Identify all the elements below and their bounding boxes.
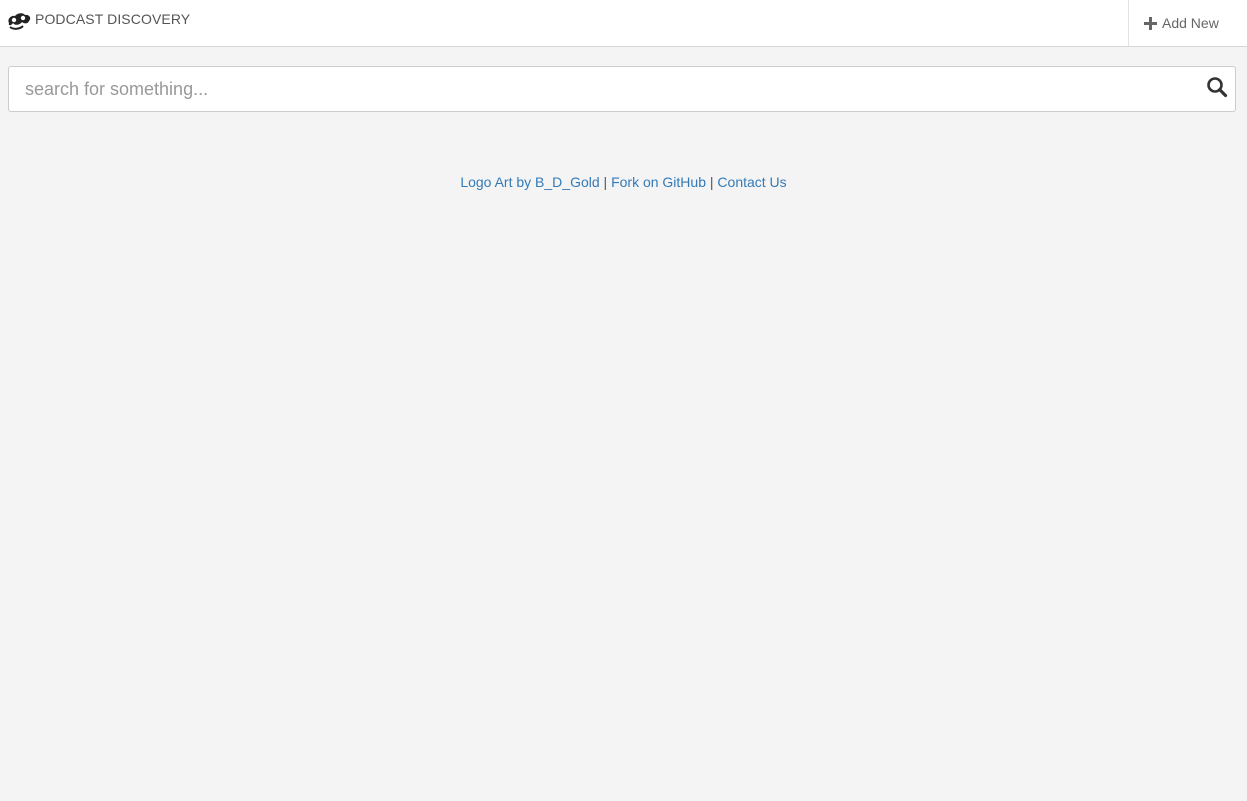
fork-github-link[interactable]: Fork on GitHub [611,174,706,190]
footer-separator: | [603,174,608,190]
top-navbar: PODCAST DISCOVERY Add New [0,0,1247,47]
footer-separator: | [709,174,714,190]
search-bar [8,66,1236,112]
brand-title: PODCAST DISCOVERY [35,11,191,27]
add-new-label: Add New [1162,15,1219,31]
logo-art-link[interactable]: Logo Art by B_D_Gold [460,174,599,190]
search-button[interactable] [1206,76,1228,98]
plus-icon [1144,16,1157,30]
search-input[interactable] [8,66,1236,112]
search-icon [1206,76,1228,98]
brand-link[interactable]: PODCAST DISCOVERY [6,9,190,31]
contact-us-link[interactable]: Contact Us [717,174,786,190]
podcast-logo-icon [6,9,32,31]
add-new-button[interactable]: Add New [1128,0,1247,46]
footer: Logo Art by B_D_Gold | Fork on GitHub | … [0,172,1247,192]
